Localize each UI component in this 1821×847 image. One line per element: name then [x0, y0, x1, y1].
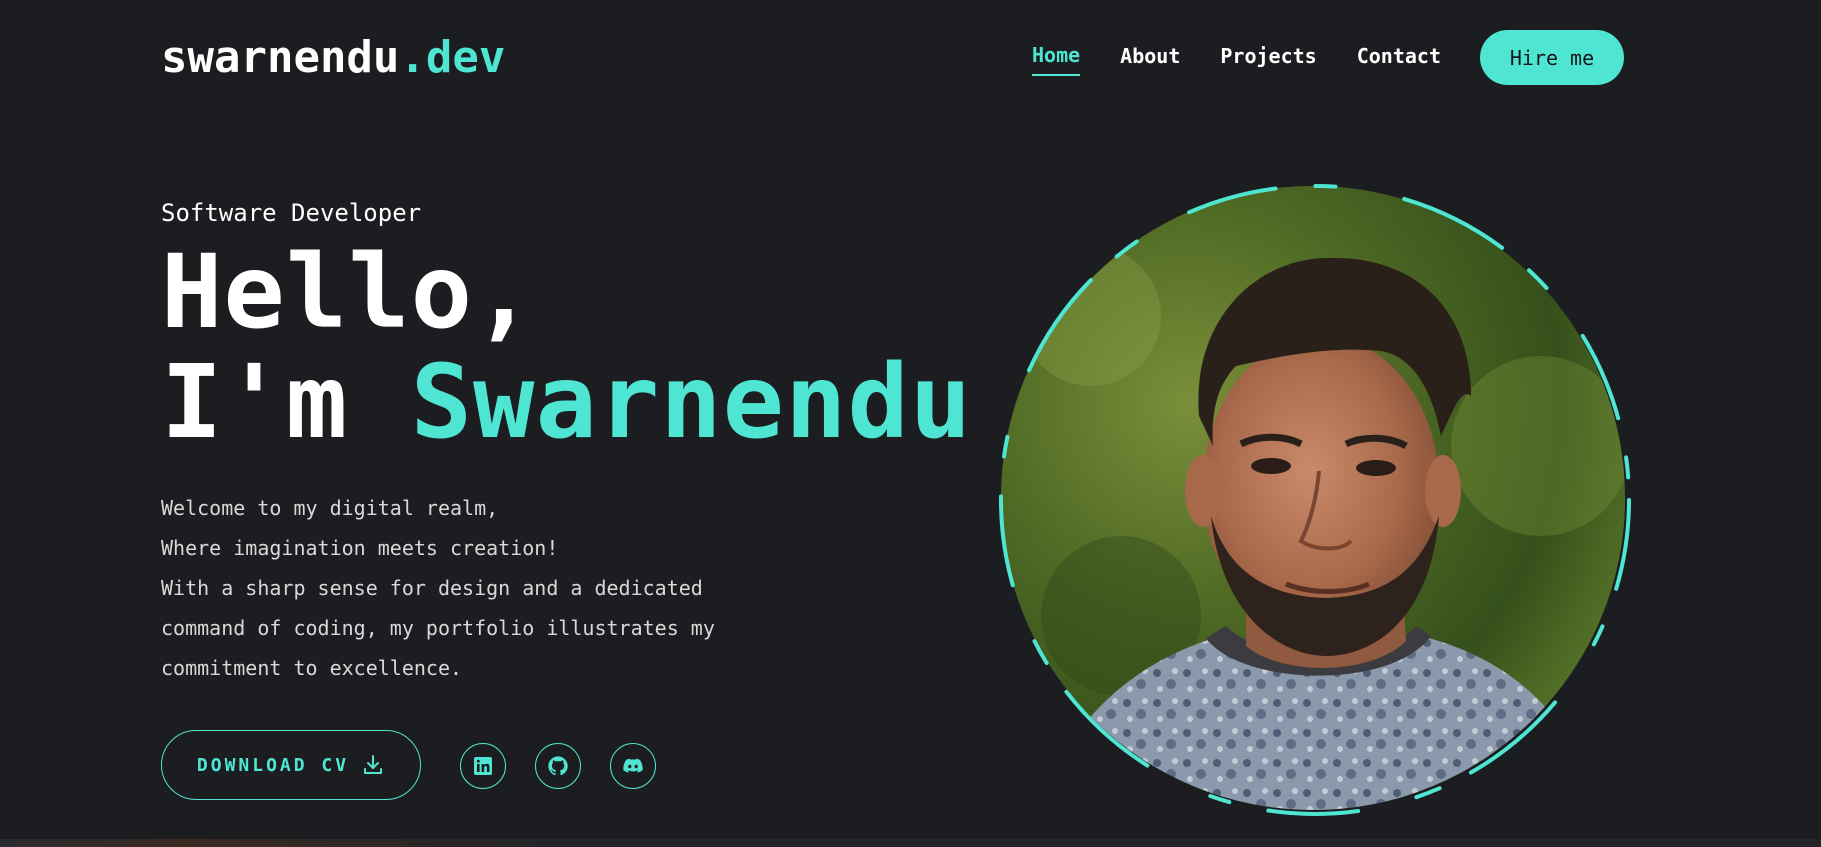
headline-name: Swarnendu	[410, 343, 973, 462]
nav-contact[interactable]: Contact	[1357, 43, 1441, 75]
download-cv-button[interactable]: DOWNLOAD CV	[161, 730, 421, 800]
discord-icon	[623, 758, 643, 773]
main-nav: Home About Projects Contact	[1032, 42, 1481, 76]
hero-intro: Welcome to my digital realm, Where imagi…	[161, 488, 761, 688]
github-icon	[548, 756, 568, 776]
linkedin-button[interactable]	[460, 743, 506, 789]
intro-line: With a sharp sense for design and a dedi…	[161, 576, 703, 600]
headline-line1: Hello,	[161, 233, 536, 352]
profile-portrait	[995, 180, 1635, 820]
discord-button[interactable]	[610, 743, 656, 789]
logo-accent: .dev	[399, 32, 506, 83]
github-button[interactable]	[535, 743, 581, 789]
nav-home[interactable]: Home	[1032, 42, 1081, 76]
hero-headline: Hello, I'm Swarnendu	[161, 238, 972, 458]
nav-about[interactable]: About	[1120, 43, 1180, 75]
linkedin-icon	[474, 757, 492, 775]
intro-line: Welcome to my digital realm,	[161, 496, 499, 520]
page: swarnendu.dev Home About Projects Contac…	[0, 0, 1821, 847]
hire-me-button[interactable]: Hire me	[1480, 30, 1624, 85]
intro-line: command of coding, my portfolio illustra…	[161, 616, 715, 640]
download-icon	[364, 755, 383, 774]
nav-projects[interactable]: Projects	[1220, 43, 1316, 75]
download-cv-label: DOWNLOAD CV	[196, 754, 350, 776]
hero-subtitle: Software Developer	[161, 199, 422, 227]
headline-prefix: I'm	[161, 343, 411, 462]
intro-line: Where imagination meets creation!	[161, 536, 559, 560]
portrait-dashed-ring	[999, 184, 1631, 816]
logo-main: swarnendu	[161, 32, 400, 83]
site-logo[interactable]: swarnendu.dev	[161, 30, 505, 86]
intro-line: commitment to excellence.	[161, 656, 463, 680]
bottom-edge	[0, 839, 1821, 847]
